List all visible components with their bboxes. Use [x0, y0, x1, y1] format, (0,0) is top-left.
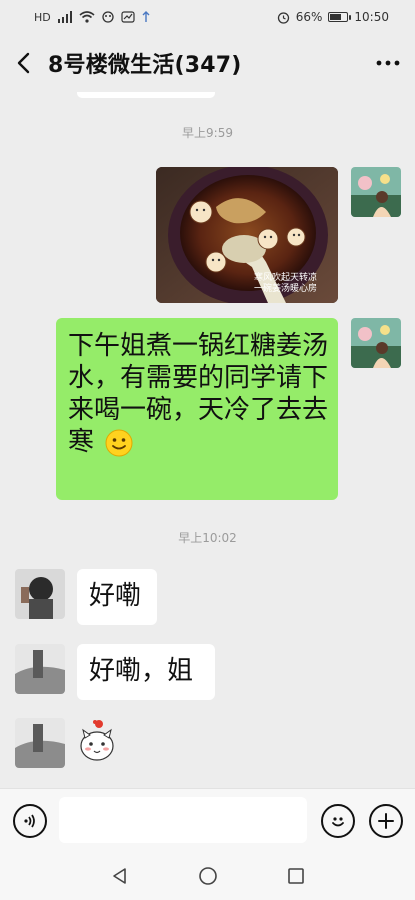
- emoji-icon: [332, 817, 344, 827]
- chat-screen: HD 66% 10:50 8号楼微生活(347) 早上9:59 寒风吹起天转凉 …: [0, 0, 415, 900]
- sticker-message[interactable]: [77, 716, 117, 766]
- message-input[interactable]: [59, 797, 307, 843]
- image-caption-line1: 寒风吹起天转凉: [254, 273, 318, 283]
- wifi-icon: [79, 11, 95, 23]
- nav-back-icon: [112, 868, 126, 884]
- nav-recent-icon: [287, 868, 304, 884]
- incoming-message-bubble[interactable]: 好嘞: [77, 569, 157, 625]
- emoji-button[interactable]: [321, 804, 355, 838]
- avatar[interactable]: [15, 569, 65, 619]
- status-time: 10:50: [354, 10, 389, 24]
- avatar-image: [351, 167, 401, 217]
- status-right: 66% 10:50: [277, 10, 415, 24]
- input-bar: [0, 788, 415, 853]
- avatar[interactable]: [15, 644, 65, 694]
- message-list[interactable]: 早上9:59 寒风吹起天转凉 一碗姜汤暖心房 下午姐煮一锅红糖姜汤水，有需要的同…: [0, 92, 415, 788]
- hd-badge: HD: [34, 10, 51, 24]
- outgoing-message-bubble[interactable]: 下午姐煮一锅红糖姜汤水，有需要的同学请下来喝一碗，天冷了去去寒: [56, 318, 338, 500]
- smile-emoji-icon: [105, 429, 133, 456]
- alarm-icon: [277, 11, 289, 24]
- timestamp: 早上9:59: [182, 126, 233, 140]
- battery-icon: [328, 12, 352, 22]
- nav-home-button[interactable]: [173, 852, 243, 900]
- cat-sticker-icon: [80, 720, 114, 761]
- status-bar: HD 66% 10:50: [0, 0, 415, 34]
- battery-percent: 66%: [295, 10, 323, 24]
- chevron-left-icon: [17, 52, 30, 74]
- avatar-image: [15, 569, 65, 619]
- nav-recent-button[interactable]: [261, 852, 331, 900]
- image-caption-line2: 一碗姜汤暖心房: [254, 284, 318, 294]
- back-button[interactable]: [0, 34, 48, 92]
- avatar[interactable]: [351, 167, 401, 217]
- battery-level: [330, 14, 341, 20]
- status-left: HD: [0, 11, 151, 24]
- incoming-message-text: 好嘞，姐: [89, 656, 194, 686]
- avatar[interactable]: [351, 318, 401, 368]
- chat-title: 8号楼微生活(347): [48, 53, 242, 78]
- usb-icon: [142, 11, 150, 22]
- avatar-image: [15, 718, 65, 768]
- system-nav-bar: [0, 852, 415, 900]
- incoming-message-bubble[interactable]: 好嘞，姐: [77, 644, 215, 700]
- previous-message-bubble[interactable]: [77, 92, 215, 98]
- chat-header: 8号楼微生活(347): [0, 34, 415, 92]
- notification-icon: [102, 11, 114, 23]
- nav-home-icon: [198, 867, 217, 885]
- plus-icon: [378, 813, 394, 829]
- image-caption: 寒风吹起天转凉 一碗姜汤暖心房: [254, 273, 334, 295]
- voice-icon: [24, 814, 35, 828]
- incoming-message-text: 好嘞: [89, 581, 142, 611]
- more-dots-icon: [376, 60, 400, 66]
- plus-button[interactable]: [369, 804, 403, 838]
- outgoing-message-text: 下午姐煮一锅红糖姜汤水，有需要的同学请下来喝一碗，天冷了去去寒: [68, 330, 330, 458]
- more-button[interactable]: [361, 34, 415, 92]
- timestamp: 早上10:02: [178, 531, 237, 545]
- app-status-icon: [121, 11, 135, 23]
- signal-icon: [57, 11, 72, 23]
- image-message[interactable]: 寒风吹起天转凉 一碗姜汤暖心房: [156, 167, 338, 303]
- avatar-image: [15, 644, 65, 694]
- avatar[interactable]: [15, 718, 65, 768]
- nav-back-button[interactable]: [85, 852, 155, 900]
- avatar-image: [351, 318, 401, 368]
- voice-button[interactable]: [13, 804, 47, 838]
